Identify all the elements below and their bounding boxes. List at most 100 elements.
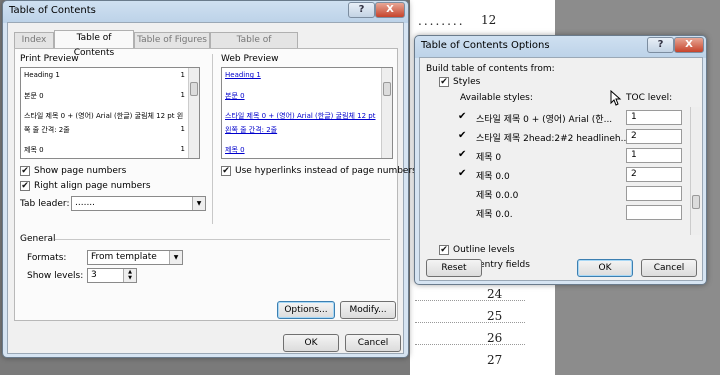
ok-button[interactable]: OK (283, 334, 339, 352)
general-label: General (20, 234, 56, 244)
cancel-button[interactable]: Cancel (345, 334, 401, 352)
tab-leader-select[interactable]: ....... ▼ (71, 196, 206, 211)
styles-checkbox[interactable]: ✔ (439, 77, 449, 87)
style-name: 스타일 제목 0 + (영어) Arial (한... (476, 115, 613, 125)
spinner-arrows-icon[interactable]: ▲ ▼ (123, 269, 136, 282)
style-name: 제목 0 (476, 153, 502, 163)
style-row[interactable]: 제목 0.0.0 (454, 185, 704, 202)
close-button[interactable]: X (375, 2, 405, 18)
mouse-cursor-icon (610, 90, 622, 106)
web-preview-link[interactable]: Heading 1 (225, 71, 378, 79)
preview-scrollbar[interactable] (381, 68, 392, 158)
style-row[interactable]: ✔ 스타일 제목 2head:2#2 headlineh... 2 (454, 128, 704, 145)
right-align-label: Right align page numbers (34, 181, 151, 191)
tab-table-of-contents[interactable]: Table of Contents (54, 30, 134, 58)
help-button[interactable]: ? (647, 37, 674, 53)
style-name: 제목 0.0. (476, 210, 513, 220)
page-number: 12 (481, 13, 497, 27)
toc-dialog: Table of Contents ? X Index Table of Con… (2, 0, 417, 358)
show-levels-label: Show levels: (27, 271, 84, 281)
check-icon: ✔ (458, 111, 467, 122)
show-page-numbers-label: Show page numbers (34, 166, 127, 176)
cancel-button[interactable]: Cancel (641, 259, 697, 277)
web-preview-label: Web Preview (221, 54, 279, 64)
dialog-body: Index Table of Contents Table of Figures… (7, 22, 417, 354)
style-name: 스타일 제목 2head:2#2 headlineh... (476, 134, 626, 144)
page-number: 25 (487, 309, 503, 323)
tab-index[interactable]: Index (14, 32, 54, 48)
style-row[interactable]: ✔ 제목 0.0 2 (454, 166, 704, 183)
web-preview-link[interactable]: 왼쪽 줄 간격: 2줄 (225, 125, 378, 135)
use-hyperlinks-label: Use hyperlinks instead of page numbers (235, 166, 417, 176)
check-icon: ✔ (458, 149, 467, 160)
preview-scrollbar[interactable] (188, 68, 199, 158)
preview-line: 제목 01 (24, 145, 185, 154)
check-icon: ✔ (458, 130, 467, 141)
tab-table-of-authorities[interactable]: Table of Authorities (210, 32, 298, 60)
styles-list: ✔ 스타일 제목 0 + (영어) Arial (한... 1 ✔ 스타일 제목… (454, 107, 704, 237)
scroll-thumb[interactable] (190, 82, 198, 96)
styles-scrollbar[interactable] (690, 107, 701, 235)
toc-level-label: TOC level: (626, 93, 673, 103)
tab-table-of-figures[interactable]: Table of Figures (134, 32, 210, 48)
help-button[interactable]: ? (348, 2, 375, 18)
style-name: 제목 0.0.0 (476, 191, 519, 201)
style-name: 제목 0.0 (476, 172, 510, 182)
print-preview-box: Heading 11 본문 01 스타일 제목 0 + (영어) Arial (… (20, 67, 200, 159)
scroll-thumb[interactable] (692, 195, 700, 209)
build-from-label: Build table of contents from: (426, 64, 555, 74)
outline-levels-checkbox[interactable]: ✔ (439, 245, 449, 255)
preview-line: 본문 01 (24, 91, 185, 100)
preview-line: 쪽 줄 간격: 2줄 1 (24, 125, 185, 134)
style-row[interactable]: ✔ 제목 0 1 (454, 147, 704, 164)
formats-select[interactable]: From template ▼ (87, 250, 183, 265)
toc-dotted-line (415, 344, 525, 345)
chevron-down-icon: ▼ (192, 197, 205, 210)
toc-level-field[interactable] (626, 205, 682, 220)
preview-line: Heading 11 (24, 71, 185, 79)
toc-dotted-line (415, 322, 525, 323)
web-preview-link[interactable]: 제목 0 (225, 145, 378, 155)
toc-leader-dots: ........ (418, 14, 465, 28)
toc-options-dialog: Table of Contents Options ? X Build tabl… (414, 35, 707, 285)
ok-button[interactable]: OK (577, 259, 633, 277)
web-preview-link[interactable]: 본문 0 (225, 91, 378, 101)
use-hyperlinks-checkbox[interactable]: ✔ (221, 166, 231, 176)
page-number: 24 (487, 287, 503, 301)
dialog-body: Build table of contents from: ✔ Styles A… (419, 57, 703, 281)
outline-levels-label: Outline levels (453, 245, 515, 255)
dialog-title: Table of Contents (9, 5, 96, 16)
style-row[interactable]: ✔ 스타일 제목 0 + (영어) Arial (한... 1 (454, 109, 704, 126)
toc-level-field[interactable] (626, 186, 682, 201)
styles-label: Styles (453, 77, 481, 87)
page-number: 27 (487, 353, 503, 367)
options-button[interactable]: Options... (277, 301, 335, 319)
available-styles-label: Available styles: (460, 93, 533, 103)
formats-label: Formats: (27, 253, 67, 263)
web-preview-box: Heading 1 본문 0 스타일 제목 0 + (영어) Arial (한글… (221, 67, 393, 159)
scroll-thumb[interactable] (383, 82, 391, 96)
toc-level-field[interactable]: 2 (626, 129, 682, 144)
web-preview-link[interactable]: 스타일 제목 0 + (영어) Arial (한글) 굴림체 12 pt (225, 111, 378, 121)
toc-level-field[interactable]: 2 (626, 167, 682, 182)
tab-leader-label: Tab leader: (20, 199, 70, 209)
print-preview-label: Print Preview (20, 54, 79, 64)
dialog-title: Table of Contents Options (421, 40, 550, 51)
divider (55, 239, 390, 240)
divider (212, 54, 213, 224)
modify-button[interactable]: Modify... (340, 301, 396, 319)
show-page-numbers-checkbox[interactable]: ✔ (20, 166, 30, 176)
show-levels-spinner[interactable]: 3 ▲ ▼ (87, 268, 137, 283)
toc-dotted-line (415, 300, 525, 301)
close-button[interactable]: X (674, 37, 704, 53)
page-number: 26 (487, 331, 503, 345)
check-icon: ✔ (458, 168, 467, 179)
toc-level-field[interactable]: 1 (626, 148, 682, 163)
right-align-checkbox[interactable]: ✔ (20, 181, 30, 191)
preview-line: 스타일 제목 0 + (영어) Arial (한글) 굴림체 12 pt 왼 (24, 112, 184, 120)
chevron-down-icon: ▼ (169, 251, 182, 264)
tab-panel: Print Preview Heading 11 본문 01 스타일 제목 0 … (14, 48, 417, 321)
style-row[interactable]: 제목 0.0. (454, 204, 704, 221)
toc-level-field[interactable]: 1 (626, 110, 682, 125)
reset-button[interactable]: Reset (426, 259, 482, 277)
